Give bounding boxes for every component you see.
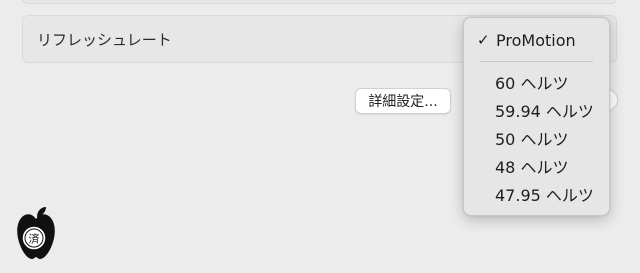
refresh-rate-menu: ✓ ProMotion 60 ヘルツ 59.94 ヘルツ 50 ヘルツ 48 ヘ… bbox=[463, 17, 610, 216]
advanced-settings-button[interactable]: 詳細設定... bbox=[355, 88, 451, 114]
refresh-rate-label: リフレッシュレート bbox=[37, 31, 172, 49]
menu-item-50hz[interactable]: 50 ヘルツ bbox=[464, 125, 609, 151]
watermark-text: 済 bbox=[29, 232, 40, 246]
menu-item-47-95hz[interactable]: 47.95 ヘルツ bbox=[464, 181, 609, 207]
previous-row-panel bbox=[22, 0, 617, 4]
menu-item-60hz[interactable]: 60 ヘルツ bbox=[464, 69, 609, 95]
menu-separator bbox=[480, 61, 593, 62]
menu-item-label: ProMotion bbox=[496, 30, 576, 50]
menu-item-label: 47.95 ヘルツ bbox=[495, 186, 594, 205]
menu-item-label: 48 ヘルツ bbox=[495, 158, 569, 177]
checkmark-icon: ✓ bbox=[477, 31, 490, 49]
menu-item-48hz[interactable]: 48 ヘルツ bbox=[464, 153, 609, 179]
apple-logo-icon: 済 bbox=[4, 205, 68, 269]
menu-item-label: 60 ヘルツ bbox=[495, 74, 569, 93]
menu-item-59-94hz[interactable]: 59.94 ヘルツ bbox=[464, 97, 609, 123]
menu-item-promotion[interactable]: ✓ ProMotion bbox=[464, 27, 609, 53]
menu-item-label: 50 ヘルツ bbox=[495, 130, 569, 149]
menu-item-label: 59.94 ヘルツ bbox=[495, 102, 594, 121]
